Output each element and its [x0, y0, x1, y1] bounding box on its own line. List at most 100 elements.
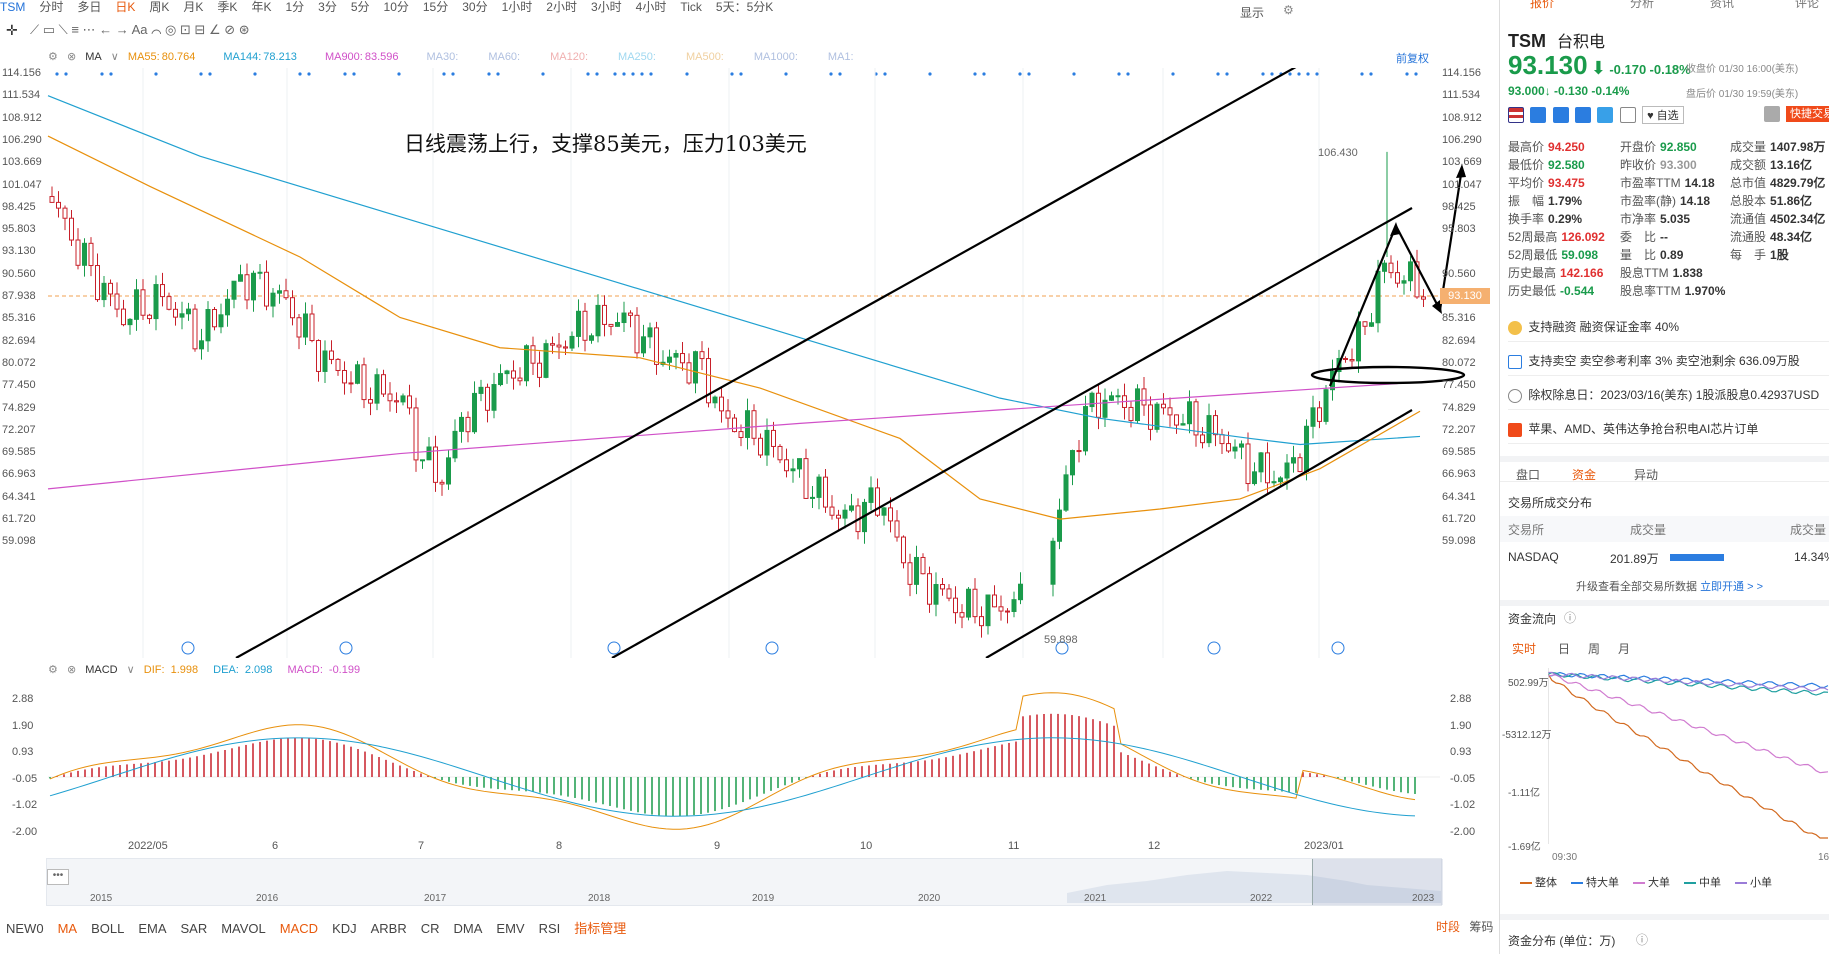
candle-body	[920, 556, 926, 575]
display-button[interactable]: 显示	[1240, 4, 1264, 21]
period-tab[interactable]: 4小时	[636, 1, 667, 13]
period-tab[interactable]: 3小时	[591, 1, 622, 13]
chevron-down-icon[interactable]: ∨	[127, 664, 135, 676]
stat-item: 52周最低 59.098	[1508, 246, 1598, 263]
period-tab[interactable]: Tick	[680, 1, 702, 13]
period-tab[interactable]: 5天：5分K	[716, 1, 773, 13]
period-tab[interactable]: 3分	[318, 1, 337, 13]
indicator-tab[interactable]: SAR	[180, 921, 207, 936]
stat-value: 14.18	[1684, 176, 1715, 190]
short-icon[interactable]	[1575, 107, 1592, 123]
dividend-info-card[interactable]: 除权除息日：2023/03/16(美东) 1股派股息0.42937USD	[1508, 380, 1829, 410]
period-tab[interactable]: 日K	[115, 1, 135, 13]
info-icon[interactable]: ⓘ	[1636, 931, 1648, 948]
period-tab[interactable]: 年K	[251, 1, 271, 13]
candle-body	[186, 308, 191, 315]
indicator-tab[interactable]: EMV	[496, 921, 524, 936]
candle-body	[1135, 388, 1140, 422]
indicator-tab[interactable]: DMA	[454, 921, 483, 936]
indicator-tab[interactable]: NEW0	[6, 921, 44, 936]
tab-analysis[interactable]: 分析	[1630, 0, 1654, 11]
collapse-chevron-icon[interactable]: ^	[1648, 292, 1653, 303]
period-tab[interactable]: 2小时	[546, 1, 577, 13]
note-icon[interactable]	[1619, 107, 1636, 123]
indicator-tab[interactable]: BOLL	[91, 921, 124, 936]
price-tick: 66.963	[1442, 468, 1476, 481]
candle-body	[1115, 395, 1121, 398]
trend-icon[interactable]	[1530, 107, 1547, 123]
tab-comments[interactable]: 评论	[1795, 0, 1819, 11]
tab-news[interactable]: 资讯	[1710, 0, 1734, 11]
drawing-tools-icon[interactable]: ⟋ ▭ ⟍ ≡ ⋯ ← → Aa ⌒ ◎ ⊡ ⊟ ∠ ⊘ ⊛	[30, 22, 250, 38]
period-tab[interactable]: 5分	[351, 1, 370, 13]
period-tab[interactable]: 分时	[39, 1, 63, 13]
settings-icon[interactable]: ⚙	[1283, 3, 1294, 17]
indicator-tab[interactable]: ARBR	[371, 921, 407, 936]
time-tick: 12	[1148, 840, 1161, 852]
period-tab[interactable]: 季K	[217, 1, 237, 13]
indicator-tab[interactable]: CR	[421, 921, 440, 936]
option-icon[interactable]	[1597, 107, 1614, 123]
candle-body	[1161, 403, 1166, 409]
quick-trade-button[interactable]: 快捷交易	[1786, 106, 1829, 122]
watchlist-button[interactable]: ♥ 自选	[1642, 106, 1684, 124]
period-tab[interactable]: 周K	[149, 1, 169, 13]
settings-icon[interactable]: ⚙	[48, 664, 58, 676]
stat-item: 最低价 92.580	[1508, 156, 1585, 173]
quick-trade-label: 快捷交易	[1790, 108, 1829, 120]
indicator-tab[interactable]: 指标管理	[574, 921, 626, 936]
chips-button[interactable]: 筹码	[1469, 920, 1493, 934]
chart-area[interactable]: TSM 分时 多日 日K 周K 月K 季K 年K 1分 3分 5分 10分 15分 30分 1小时 2小时 3小…	[0, 0, 1500, 954]
stat-label: 历史最低	[1508, 284, 1557, 298]
period-tab[interactable]: 月K	[183, 1, 203, 13]
fuquan-button[interactable]: 前复权	[1396, 50, 1429, 66]
period-tab[interactable]: 10分	[384, 1, 409, 13]
tab-orderbook[interactable]: 盘口	[1516, 466, 1540, 483]
candle-body	[407, 395, 412, 409]
indicator-tab[interactable]: MACD	[280, 921, 318, 936]
candle-body	[524, 345, 529, 382]
indicator-tab[interactable]: KDJ	[332, 921, 357, 936]
indicator-tab[interactable]: EMA	[138, 921, 166, 936]
earnings-marker-icon	[1207, 641, 1221, 655]
period-button[interactable]: 时段	[1436, 920, 1460, 934]
settings-icon[interactable]: ⚙	[48, 51, 58, 63]
short-info-card[interactable]: 支持卖空 卖空参考利率 3% 卖空池剩余 636.09万股	[1508, 346, 1829, 376]
overview-menu-button[interactable]: •••	[47, 869, 69, 885]
close-icon[interactable]: ⊗	[67, 664, 76, 676]
period-tab[interactable]: 15分	[423, 1, 448, 13]
candle-body	[563, 346, 568, 349]
chevron-down-icon[interactable]: ∨	[111, 51, 119, 63]
stat-item: 成交额 13.16亿	[1730, 156, 1812, 173]
close-icon[interactable]: ⊗	[67, 51, 76, 63]
crosshair-icon[interactable]: ✛	[6, 22, 18, 39]
candle-body	[1252, 471, 1257, 485]
indicator-tab[interactable]: MA	[58, 921, 78, 936]
period-tab[interactable]: 1分	[285, 1, 304, 13]
tab-quote[interactable]: 报价	[1530, 0, 1554, 11]
indicator-tab[interactable]: RSI	[539, 921, 561, 936]
stat-label: 市盈率(静)	[1620, 194, 1676, 208]
flow-tab-month[interactable]: 月	[1618, 640, 1630, 657]
flow-tab-realtime[interactable]: 实时	[1512, 640, 1536, 657]
ma-legend-item: MA500:	[686, 51, 732, 63]
indicator-tab[interactable]: MAVOL	[221, 921, 266, 936]
info-icon[interactable]: ⓘ	[1564, 609, 1576, 626]
period-tab[interactable]: TSM	[0, 1, 25, 13]
candle-body	[439, 481, 445, 485]
period-tab[interactable]: 1小时	[502, 1, 533, 13]
flow-tab-day[interactable]: 日	[1558, 640, 1570, 657]
candle-body	[1128, 406, 1134, 422]
tab-unusual[interactable]: 异动	[1634, 466, 1658, 483]
bell-icon[interactable]	[1764, 106, 1780, 122]
upgrade-link[interactable]: 立即开通 > >	[1700, 581, 1763, 593]
macd-chart[interactable]	[0, 680, 1500, 840]
flow-tab-week[interactable]: 周	[1588, 640, 1600, 657]
tab-capital[interactable]: 资金	[1572, 466, 1596, 483]
margin-info-card[interactable]: 支持融资 融资保证金率 40%	[1508, 312, 1829, 342]
news-card[interactable]: 苹果、AMD、英伟达争抢台积电AI芯片订单	[1508, 414, 1829, 444]
period-tab[interactable]: 30分	[462, 1, 487, 13]
dollar-icon[interactable]	[1552, 107, 1569, 123]
period-tab[interactable]: 多日	[77, 1, 101, 13]
event-dot	[442, 72, 446, 76]
